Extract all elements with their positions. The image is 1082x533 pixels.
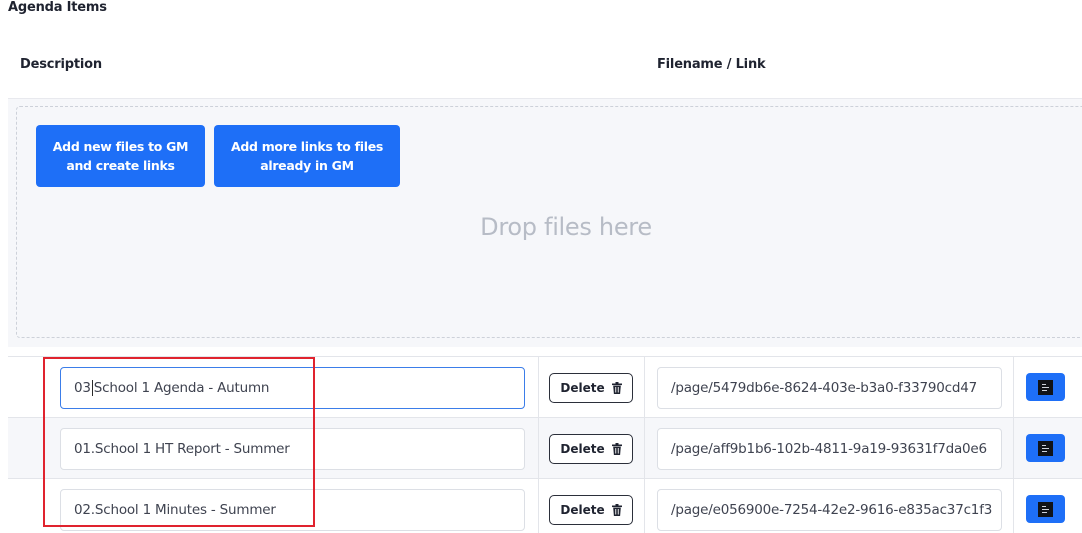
delete-button-label: Delete [560,381,605,395]
column-divider [538,357,539,417]
delete-button[interactable]: Delete [549,495,633,525]
annotation-highlight-box [43,357,315,527]
delete-button-label: Delete [560,503,605,517]
document-preview-button[interactable] [1026,373,1065,401]
trash-icon [611,504,622,516]
document-preview-button[interactable] [1026,495,1065,523]
add-new-files-button[interactable]: Add new files to GM and create links [36,125,205,187]
delete-button[interactable]: Delete [549,373,633,403]
document-preview-button[interactable] [1026,434,1065,462]
document-thumbnail-icon [1038,379,1053,395]
column-divider [644,479,645,533]
link-input[interactable]: /page/e056900e-7254-42e2-9616-e835ac37c1… [657,489,1002,531]
column-divider [1013,479,1014,533]
filename-column-header: Filename / Link [657,57,766,72]
column-divider [538,479,539,533]
document-thumbnail-icon [1038,501,1053,517]
column-divider [644,357,645,417]
agenda-items-panel: Agenda Items Description Filename / Link… [0,0,1082,533]
delete-button-label: Delete [560,442,605,456]
description-column-header: Description [20,57,102,72]
add-more-links-button[interactable]: Add more links to files already in GM [214,125,400,187]
drop-files-text: Drop files here [480,213,652,241]
column-divider [1013,357,1014,417]
link-input[interactable]: /page/5479db6e-8624-403e-b3a0-f33790cd47 [657,367,1002,409]
trash-icon [611,443,622,455]
column-divider [644,418,645,478]
delete-button[interactable]: Delete [549,434,633,464]
trash-icon [611,382,622,394]
column-divider [1013,418,1014,478]
document-thumbnail-icon [1038,440,1053,456]
link-input[interactable]: /page/aff9b1b6-102b-4811-9a19-93631f7da0… [657,428,1002,470]
section-title: Agenda Items [8,0,107,15]
column-divider [538,418,539,478]
